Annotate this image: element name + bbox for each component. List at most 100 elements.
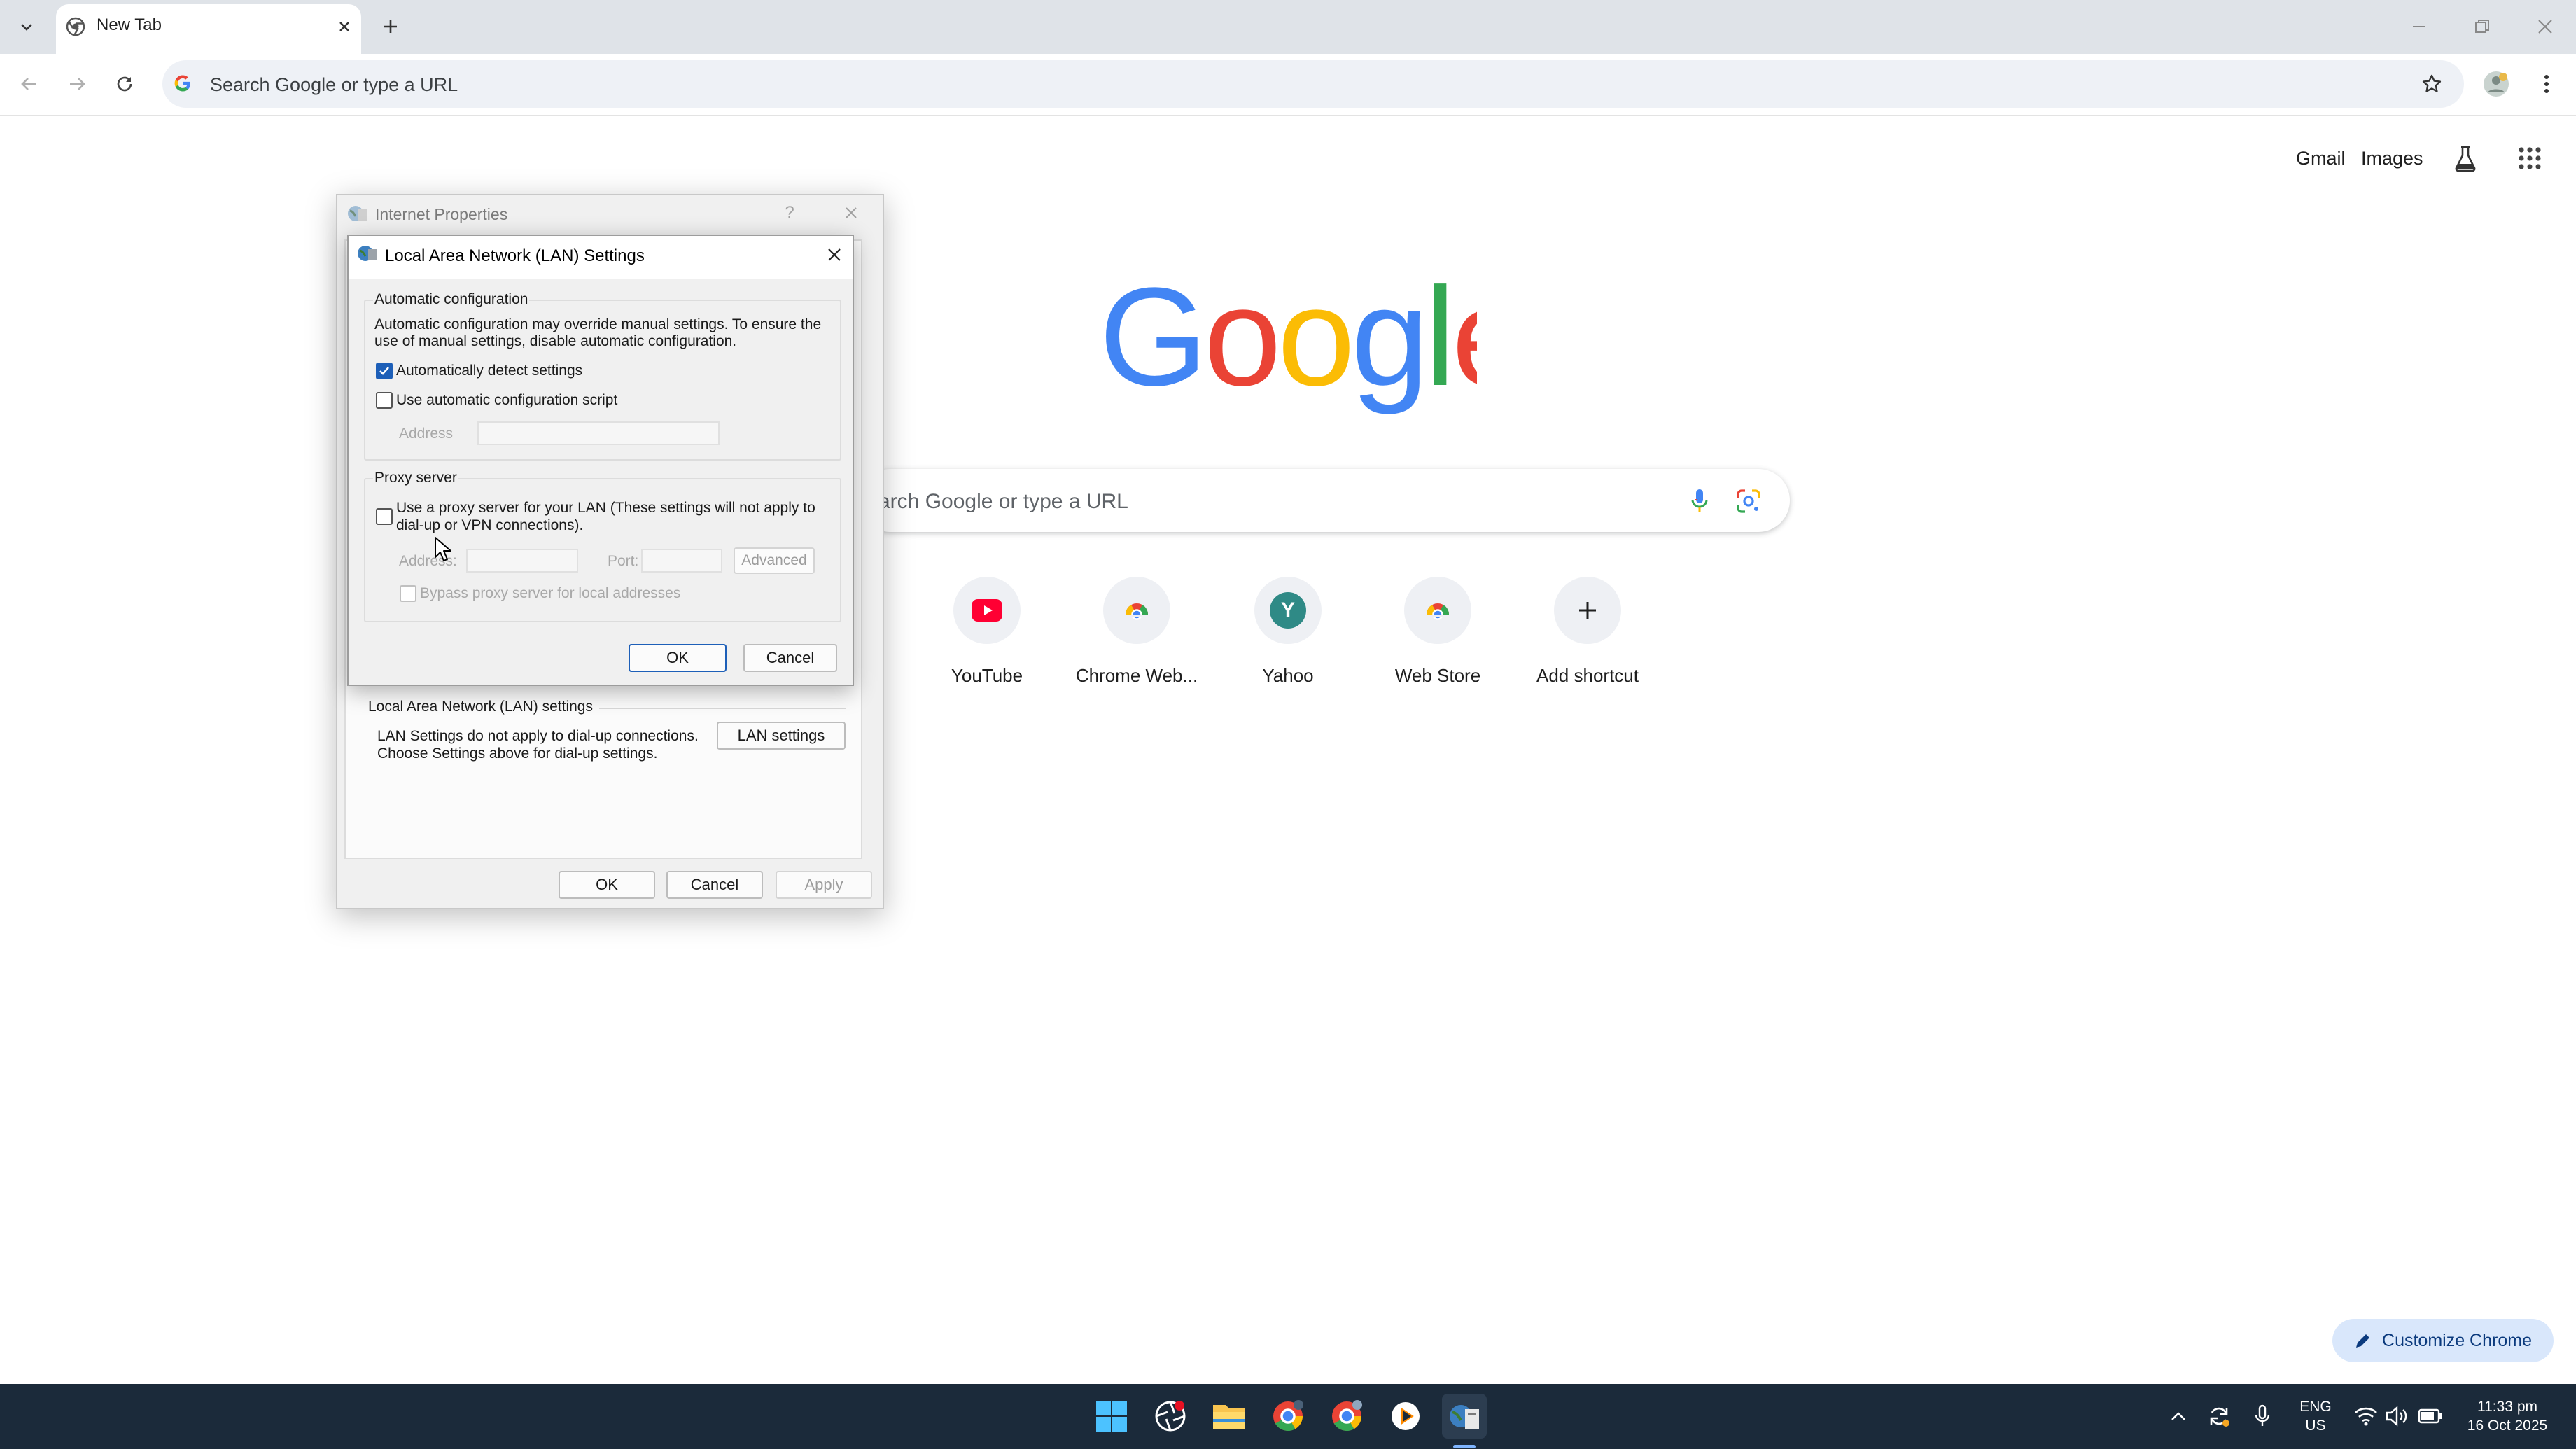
cancel-button[interactable]: Cancel bbox=[666, 871, 763, 899]
chrome-icon bbox=[1332, 1400, 1362, 1432]
bookmark-button[interactable] bbox=[2414, 66, 2450, 102]
customize-chrome-button[interactable]: Customize Chrome bbox=[2332, 1319, 2554, 1362]
chrome-web-store-icon bbox=[1103, 577, 1170, 644]
file-explorer-button[interactable] bbox=[1207, 1394, 1252, 1438]
clock-time: 11:33 pm bbox=[2477, 1399, 2538, 1415]
shortcut-youtube[interactable]: YouTube bbox=[913, 577, 1061, 687]
use-proxy-label-line2[interactable]: dial-up or VPN connections). bbox=[396, 517, 583, 534]
shortcut-label: Add shortcut bbox=[1536, 665, 1639, 686]
play-icon bbox=[1392, 1402, 1420, 1430]
language-indicator[interactable]: ENG US bbox=[2297, 1397, 2334, 1435]
profile-button[interactable] bbox=[2478, 66, 2514, 102]
omnibox-placeholder: Search Google or type a URL bbox=[210, 74, 458, 95]
lan-section-title: Local Area Network (LAN) settings bbox=[368, 699, 593, 715]
lan-note-line1: LAN Settings do not apply to dial-up con… bbox=[377, 728, 699, 744]
avatar-icon bbox=[2484, 71, 2509, 97]
plus-icon bbox=[1554, 577, 1621, 644]
use-script-checkbox[interactable] bbox=[376, 392, 393, 409]
pencil-icon bbox=[2356, 1334, 2370, 1348]
wifi-tray-button[interactable] bbox=[2351, 1394, 2381, 1438]
tab-title: New Tab bbox=[97, 15, 162, 34]
advanced-button[interactable]: Advanced bbox=[734, 547, 815, 574]
volume-tray-button[interactable] bbox=[2381, 1394, 2412, 1438]
language-code: ENG bbox=[2300, 1399, 2332, 1415]
chrome-taskbar-button[interactable] bbox=[1266, 1394, 1310, 1438]
new-tab-button[interactable] bbox=[372, 8, 409, 45]
auto-detect-label[interactable]: Automatically detect settings bbox=[396, 363, 582, 379]
tab-search-button[interactable] bbox=[8, 8, 45, 45]
use-proxy-checkbox[interactable] bbox=[376, 508, 393, 525]
chrome-icon bbox=[1273, 1400, 1303, 1432]
internet-properties-close-button[interactable] bbox=[834, 196, 868, 230]
shortcut-chrome-web-store[interactable]: Chrome Web... bbox=[1063, 577, 1211, 687]
voice-search-button[interactable] bbox=[1681, 483, 1718, 519]
reload-icon bbox=[117, 76, 132, 92]
restore-button[interactable] bbox=[2464, 8, 2500, 45]
apply-button[interactable]: Apply bbox=[776, 871, 872, 899]
plus-icon bbox=[384, 20, 397, 33]
lan-cancel-button[interactable]: Cancel bbox=[743, 644, 837, 672]
more-vert-icon bbox=[2544, 75, 2549, 93]
sync-icon bbox=[2210, 1407, 2230, 1427]
shortcut-web-store[interactable]: Web Store bbox=[1364, 577, 1512, 687]
proxy-port-label: Port: bbox=[608, 553, 639, 569]
clock[interactable]: 11:33 pm 16 Oct 2025 bbox=[2456, 1397, 2559, 1435]
google-g-icon bbox=[172, 73, 193, 94]
web-store-icon bbox=[1404, 577, 1471, 644]
shortcut-label: Web Store bbox=[1394, 665, 1481, 686]
use-script-label[interactable]: Use automatic configuration script bbox=[396, 392, 617, 409]
use-proxy-label-line1[interactable]: Use a proxy server for your LAN (These s… bbox=[396, 500, 816, 517]
proxy-server-heading: Proxy server bbox=[373, 470, 458, 486]
media-player-button[interactable] bbox=[1383, 1394, 1428, 1438]
tab-close-button[interactable] bbox=[326, 8, 363, 45]
google-apps-button[interactable] bbox=[2512, 140, 2548, 176]
bypass-local-checkbox[interactable] bbox=[400, 585, 416, 602]
shortcut-label: YouTube bbox=[951, 665, 1023, 686]
lan-settings-close-button[interactable] bbox=[818, 238, 851, 272]
lan-ok-button[interactable]: OK bbox=[629, 644, 727, 672]
customize-chrome-label: Customize Chrome bbox=[2382, 1330, 2532, 1350]
google-lens-icon bbox=[1737, 489, 1760, 513]
add-shortcut-button[interactable]: Add shortcut bbox=[1513, 577, 1662, 687]
back-button[interactable] bbox=[11, 66, 48, 102]
windows-icon bbox=[1096, 1401, 1127, 1432]
internet-options-icon bbox=[1450, 1405, 1479, 1429]
apps-grid-icon bbox=[2519, 147, 2541, 169]
reload-button[interactable] bbox=[106, 66, 143, 102]
images-link[interactable]: Images bbox=[2361, 148, 2423, 169]
gmail-link[interactable]: Gmail bbox=[2296, 148, 2346, 169]
proxy-port-input[interactable] bbox=[641, 549, 722, 573]
lan-settings-title: Local Area Network (LAN) Settings bbox=[385, 246, 645, 265]
help-icon: ? bbox=[785, 203, 794, 222]
clock-date: 16 Oct 2025 bbox=[2467, 1418, 2548, 1434]
show-hidden-icons-button[interactable] bbox=[2164, 1394, 2192, 1438]
proxy-address-input[interactable] bbox=[466, 549, 578, 573]
yahoo-icon: Y bbox=[1270, 592, 1306, 629]
help-button[interactable]: ? bbox=[773, 196, 806, 230]
language-region: US bbox=[2305, 1418, 2326, 1434]
auto-config-desc-line1: Automatic configuration may override man… bbox=[374, 316, 822, 332]
microphone-tray-button[interactable] bbox=[2247, 1394, 2278, 1438]
script-address-input[interactable] bbox=[477, 421, 720, 445]
battery-tray-button[interactable] bbox=[2414, 1394, 2447, 1438]
sync-tray-button[interactable] bbox=[2204, 1394, 2234, 1438]
chrome-tab-icon bbox=[66, 17, 85, 36]
shortcut-label: Yahoo bbox=[1262, 665, 1314, 686]
internet-options-taskbar-button[interactable] bbox=[1442, 1394, 1487, 1438]
chrome-profile-taskbar-button[interactable] bbox=[1324, 1394, 1369, 1438]
shortcut-yahoo[interactable]: Y Yahoo bbox=[1214, 577, 1362, 687]
lan-settings-button[interactable]: LAN settings bbox=[717, 722, 846, 750]
minimize-button[interactable] bbox=[2401, 8, 2437, 45]
auto-detect-checkbox[interactable] bbox=[376, 363, 393, 379]
taskbar-app-1[interactable] bbox=[1148, 1394, 1193, 1438]
script-address-label: Address bbox=[399, 426, 454, 442]
forward-button[interactable] bbox=[59, 66, 95, 102]
bypass-local-label[interactable]: Bypass proxy server for local addresses bbox=[420, 585, 680, 602]
lens-search-button[interactable] bbox=[1730, 483, 1767, 519]
labs-button[interactable] bbox=[2447, 140, 2484, 176]
start-button[interactable] bbox=[1089, 1394, 1134, 1438]
chrome-menu-button[interactable] bbox=[2528, 66, 2565, 102]
ok-button[interactable]: OK bbox=[559, 871, 655, 899]
window-close-button[interactable] bbox=[2527, 8, 2563, 45]
omnibox[interactable] bbox=[162, 60, 2464, 108]
